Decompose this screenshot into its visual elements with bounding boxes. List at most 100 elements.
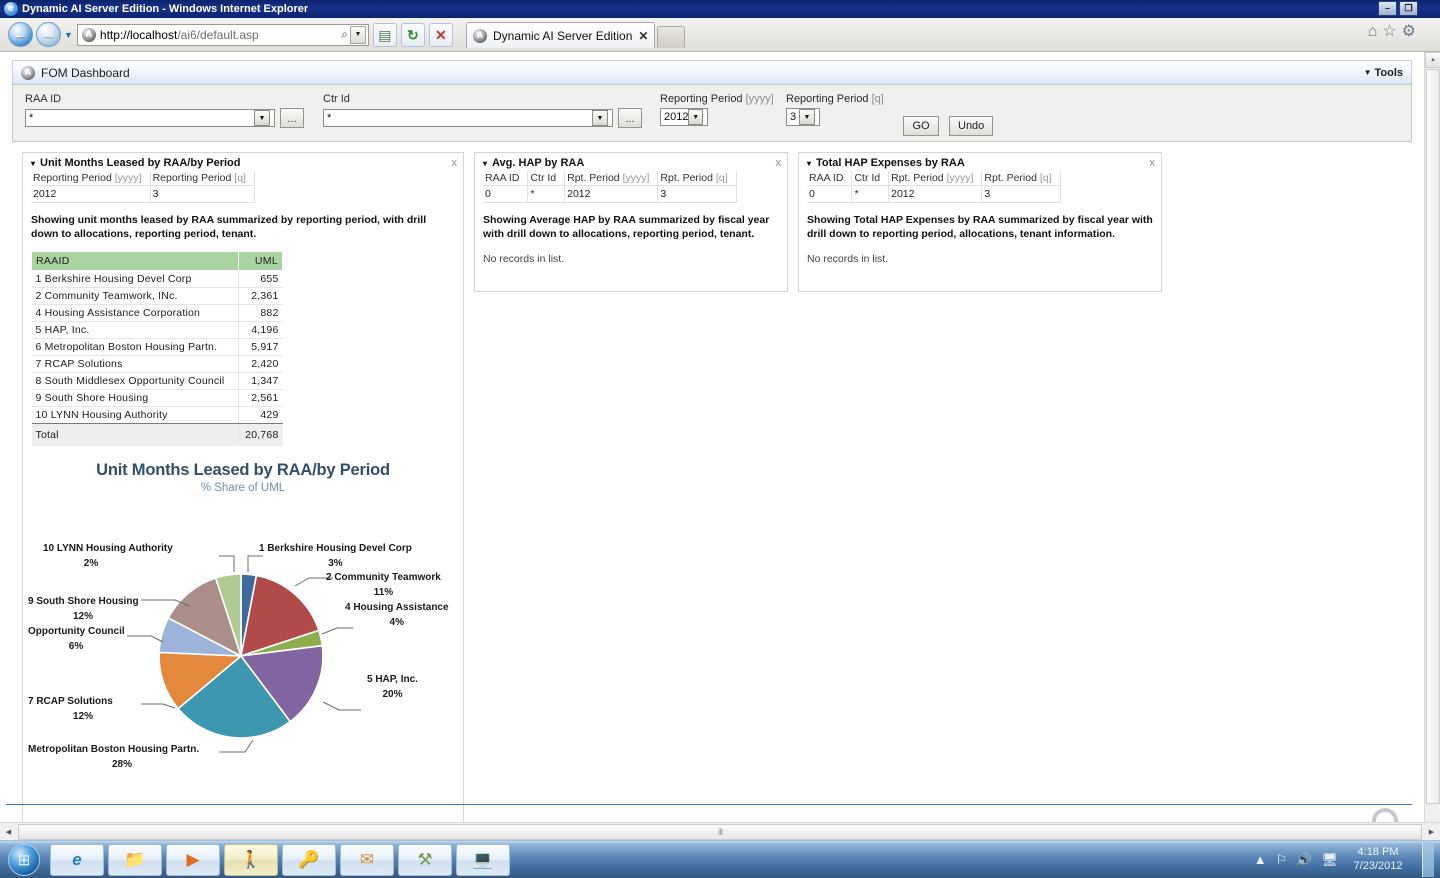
cell-raaid[interactable]: 4 Housing Assistance Corporation — [31, 304, 239, 323]
vertical-scroll-thumb[interactable] — [1426, 69, 1440, 804]
taskbar-button-outlook[interactable]: ✉ — [340, 843, 394, 876]
raa-id-dropdown-icon[interactable]: ▼ — [254, 110, 270, 126]
panel-unit-months-leased-header: ▾ Unit Months Leased by RAA/by Period x — [23, 153, 463, 171]
history-dropdown-icon[interactable]: ▼ — [64, 30, 73, 40]
monitor-icon: 💻 — [472, 850, 494, 869]
scroll-right-button[interactable]: ▶ — [1423, 824, 1440, 840]
panel-total-hap-expenses: ▾ Total HAP Expenses by RAA x RAA ID Ctr… — [798, 152, 1162, 292]
taskbar-button-internet-explorer[interactable]: e — [50, 843, 104, 876]
go-button[interactable]: GO — [903, 116, 939, 136]
search-icon[interactable]: ⌕ — [341, 27, 348, 42]
scroll-left-button[interactable]: ◀ — [0, 824, 17, 840]
raa-id-input[interactable]: * ▼ — [25, 109, 275, 127]
cell-uml[interactable]: 882 — [238, 304, 283, 323]
restore-button[interactable]: ❐ — [1399, 1, 1418, 16]
refresh-icon[interactable]: ↻ — [400, 22, 425, 47]
cell-uml[interactable]: 2,361 — [238, 287, 283, 306]
cell-uml[interactable]: 2,420 — [238, 355, 283, 374]
tab-close-icon[interactable]: ✕ — [638, 29, 648, 43]
reporting-period-quarter-dropdown-icon[interactable]: ▼ — [799, 109, 815, 125]
cell-raaid[interactable]: 2 Community Teamwork, INc. — [31, 287, 239, 306]
horizontal-scroll-thumb[interactable]: III — [18, 823, 1422, 840]
pie-label-lynn-housing-pct: 2% — [83, 557, 99, 569]
undo-button[interactable]: Undo — [949, 116, 994, 136]
collapse-triangle-icon[interactable]: ▾ — [31, 159, 35, 168]
page-title: FOM Dashboard — [41, 65, 130, 80]
taskbar-button-database-tool[interactable]: ⚒ — [398, 843, 452, 876]
taskbar-button-windows-explorer[interactable]: 📁 — [108, 843, 162, 876]
cell-raaid[interactable]: 5 HAP, Inc. — [31, 321, 239, 340]
tray-expand-icon[interactable]: ▲ — [1254, 853, 1267, 866]
ctr-id-dropdown-icon[interactable]: ▼ — [592, 110, 608, 126]
collapse-triangle-icon[interactable]: ▾ — [483, 159, 487, 168]
table-row: Reporting Period [yyyy] Reporting Period… — [31, 171, 255, 186]
cell-raaid[interactable]: 1 Berkshire Housing Devel Corp — [31, 270, 239, 289]
chart-subtitle: % Share of UML — [200, 482, 286, 494]
chart-title: Unit Months Leased by RAA/by Period — [96, 461, 390, 479]
reporting-period-quarter-value: 3 — [790, 111, 797, 123]
total-label: Total — [31, 423, 239, 447]
raa-id-browse-button[interactable]: ... — [280, 108, 304, 128]
context-header: RAA ID — [807, 171, 853, 186]
pie-label-hap-inc-text: 5 HAP, Inc. — [367, 674, 418, 685]
uml-data-grid: RAAID UML 1 Berkshire Housing Devel Corp… — [30, 251, 283, 447]
taskbar-button-media-player[interactable]: ▶ — [166, 843, 220, 876]
cell-uml[interactable]: 5,917 — [238, 338, 283, 357]
cell-uml[interactable]: 2,561 — [238, 389, 283, 408]
action-center-icon[interactable]: 🖥 — [1321, 853, 1338, 866]
cell-uml[interactable]: 4,196 — [238, 321, 283, 340]
cell-uml[interactable]: 1,347 — [238, 372, 283, 391]
reporting-period-year-dropdown-icon[interactable]: ▼ — [688, 109, 703, 125]
clock[interactable]: 4:18 PM 7/23/2012 — [1347, 846, 1409, 874]
scroll-up-button[interactable]: ▲ — [1425, 52, 1440, 68]
volume-icon[interactable]: 🔊 — [1296, 853, 1312, 866]
context-header: Reporting Period [q] — [150, 171, 255, 186]
favorites-icon[interactable]: ☆ — [1382, 24, 1396, 40]
panel-close-icon[interactable]: x — [452, 157, 458, 169]
network-icon[interactable]: ⚐ — [1276, 853, 1288, 866]
vertical-scrollbar[interactable]: ▲ — [1424, 52, 1440, 822]
panel-close-icon[interactable]: x — [776, 157, 782, 169]
tab-dynamic-ai-server-edition[interactable]: A Dynamic AI Server Edition ✕ — [466, 22, 656, 48]
panel-close-icon[interactable]: x — [1150, 157, 1156, 169]
pie-label-south-middlesex-text: Opportunity Council — [28, 626, 125, 637]
pie-label-south-middlesex: Opportunity Council 6% — [28, 625, 125, 654]
column-header-uml[interactable]: UML — [238, 251, 283, 272]
ctr-id-input[interactable]: * ▼ — [323, 109, 613, 127]
reporting-period-year-select[interactable]: 2012 ▼ — [660, 108, 708, 126]
taskbar-button-dynamic-ai[interactable]: 🚶 — [224, 843, 278, 876]
table-header-row: RAAID UML — [30, 251, 283, 272]
start-button[interactable]: ⊞ — [2, 843, 46, 877]
show-desktop-button[interactable] — [1422, 842, 1434, 877]
home-icon[interactable]: ⌂ — [1368, 24, 1378, 40]
taskbar-button-remote-desktop[interactable]: 💻 — [456, 843, 510, 876]
compatibility-view-icon[interactable]: ▤ — [372, 22, 397, 47]
forward-button-icon[interactable]: → — [36, 22, 61, 47]
new-tab-button[interactable] — [657, 26, 686, 48]
horizontal-scrollbar[interactable]: ◀ III ▶ — [0, 822, 1440, 840]
cell-uml[interactable]: 429 — [238, 406, 283, 425]
cell-raaid[interactable]: 9 South Shore Housing — [31, 389, 239, 408]
pie-label-rcap-solutions-text: 7 RCAP Solutions — [28, 696, 113, 707]
address-bar[interactable]: A http://localhost/ai6/default.asp ⌕ ▼ — [76, 23, 369, 46]
taskbar-button-password-tool[interactable]: 🔑 — [282, 843, 336, 876]
ctr-id-browse-button[interactable]: ... — [618, 108, 642, 128]
cell-raaid[interactable]: 7 RCAP Solutions — [31, 355, 239, 374]
url-path: /ai6/default.asp — [177, 27, 259, 42]
back-button-icon[interactable]: ← — [8, 22, 33, 47]
column-header-raaid[interactable]: RAAID — [30, 251, 240, 272]
reporting-period-quarter-select[interactable]: 3 ▼ — [786, 108, 820, 126]
address-dropdown-icon[interactable]: ▼ — [349, 25, 366, 44]
tools-gear-icon[interactable]: ⚙ — [1402, 24, 1416, 40]
minimize-button[interactable]: – — [1378, 1, 1397, 16]
cell-raaid[interactable]: 8 South Middlesex Opportunity Council — [31, 372, 239, 391]
cell-raaid[interactable]: 10 LYNN Housing Authority — [31, 406, 239, 425]
reporting-period-year-value: 2012 — [664, 111, 689, 123]
stop-icon[interactable]: ✕ — [428, 22, 453, 47]
raa-id-label: RAA ID — [25, 93, 62, 105]
pie-label-berkshire: 1 Berkshire Housing Devel Corp 3% — [259, 542, 412, 571]
tools-menu[interactable]: ▼ Tools — [1364, 67, 1403, 79]
cell-raaid[interactable]: 6 Metropolitan Boston Housing Partn. — [31, 338, 239, 357]
cell-uml[interactable]: 655 — [238, 270, 283, 289]
collapse-triangle-icon[interactable]: ▾ — [807, 159, 811, 168]
